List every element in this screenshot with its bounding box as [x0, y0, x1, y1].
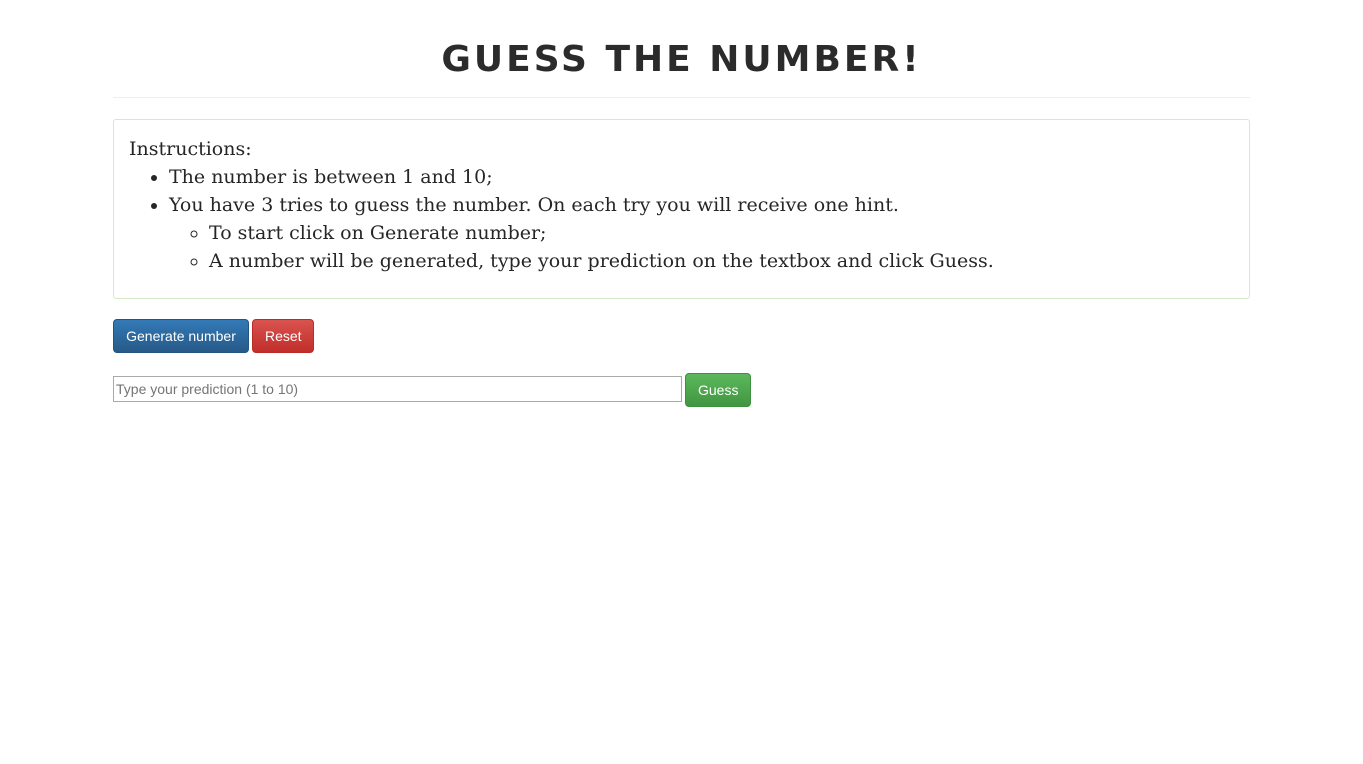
instruction-item-text: You have 3 tries to guess the number. On…: [169, 194, 899, 216]
instructions-panel: Instructions: The number is between 1 an…: [113, 119, 1250, 299]
instructions-sublist: To start click on Generate number; A num…: [169, 219, 1234, 275]
generate-number-button[interactable]: Generate number: [113, 319, 249, 353]
instructions-list: The number is between 1 and 10; You have…: [129, 163, 1234, 275]
instruction-subitem: A number will be generated, type your pr…: [209, 247, 1234, 275]
main-container: Guess the number! Instructions: The numb…: [113, 0, 1250, 407]
instructions-title: Instructions:: [129, 138, 252, 160]
instruction-subitem: To start click on Generate number;: [209, 219, 1234, 247]
page-header: Guess the number!: [113, 0, 1250, 98]
page-title: Guess the number!: [441, 39, 922, 80]
instruction-item: You have 3 tries to guess the number. On…: [169, 191, 1234, 275]
guess-button[interactable]: Guess: [685, 373, 751, 407]
reset-button[interactable]: Reset: [252, 319, 314, 353]
prediction-input[interactable]: [113, 376, 682, 402]
instruction-item: The number is between 1 and 10;: [169, 163, 1234, 191]
